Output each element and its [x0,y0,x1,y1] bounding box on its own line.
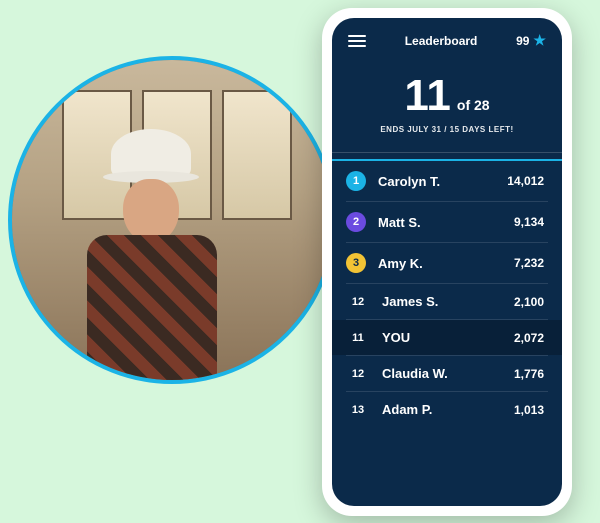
photo-scene [12,60,332,380]
player-name: Matt S. [378,215,502,230]
leaderboard-row[interactable]: 12 Claudia W. 1,776 [332,356,562,391]
player-name: YOU [382,330,502,345]
player-score: 1,776 [514,367,544,381]
player-score: 1,013 [514,403,544,417]
player-name: James S. [382,294,502,309]
player-name: Carolyn T. [378,174,495,189]
leaderboard-list: 1 Carolyn T. 14,012 2 Matt S. 9,134 3 Amy K. 7,2… [332,161,562,506]
star-icon: ★ [533,32,546,49]
rank-position: 12 [346,296,370,308]
menu-icon[interactable] [348,35,366,47]
rank-position: 11 [346,332,370,344]
phone-mockup: Leaderboard 99 ★ 11 of 28 ENDS JULY 31 /… [322,8,572,516]
leaderboard-row[interactable]: 13 Adam P. 1,013 [332,392,562,427]
rank-badge: 1 [346,171,366,191]
player-score: 9,134 [514,215,544,229]
page-title: Leaderboard [405,34,478,48]
leaderboard-row[interactable]: 1 Carolyn T. 14,012 [332,161,562,201]
player-name: Adam P. [382,402,502,417]
points-display[interactable]: 99 ★ [516,32,546,49]
leaderboard-row[interactable]: 12 James S. 2,100 [332,284,562,319]
player-name: Amy K. [378,256,502,271]
points-value: 99 [516,34,529,48]
rank-block: 11 of 28 ENDS JULY 31 / 15 DAYS LEFT! [332,55,562,152]
rank-position: 12 [346,368,370,380]
rank-subtext: ENDS JULY 31 / 15 DAYS LEFT! [332,125,562,134]
leaderboard-row[interactable]: 2 Matt S. 9,134 [332,202,562,242]
player-score: 2,100 [514,295,544,309]
leaderboard-row[interactable]: 11 YOU 2,072 [332,320,562,355]
rank-current: 11 [404,71,451,121]
player-score: 7,232 [514,256,544,270]
divider [332,152,562,153]
player-name: Claudia W. [382,366,502,381]
player-score: 14,012 [507,174,544,188]
player-score: 2,072 [514,331,544,345]
promo-photo [8,56,336,384]
app-screen: Leaderboard 99 ★ 11 of 28 ENDS JULY 31 /… [332,18,562,506]
leaderboard-row[interactable]: 3 Amy K. 7,232 [332,243,562,283]
rank-position: 13 [346,404,370,416]
rank-of: of 28 [457,97,490,113]
app-header: Leaderboard 99 ★ [332,18,562,55]
rank-badge: 2 [346,212,366,232]
rank-badge: 3 [346,253,366,273]
